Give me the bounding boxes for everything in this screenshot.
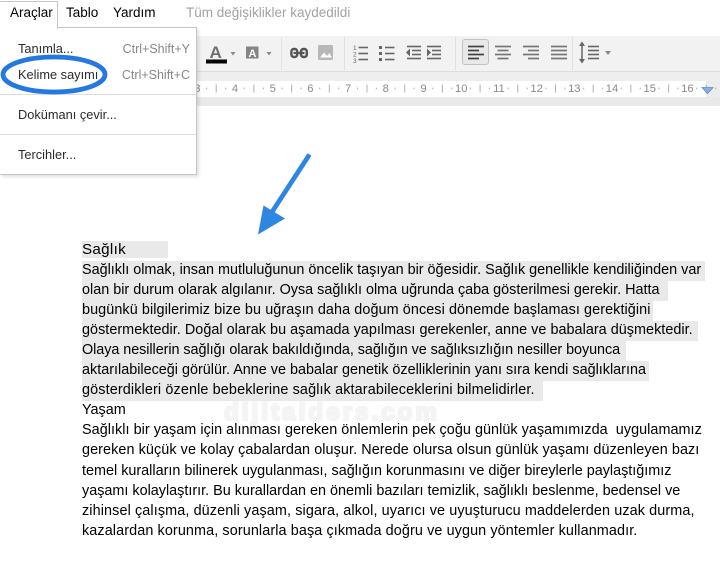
svg-text:11: 11 (493, 83, 505, 95)
svg-text:3: 3 (353, 58, 357, 65)
svg-text:13: 13 (568, 83, 580, 95)
svg-text:8: 8 (383, 83, 389, 95)
svg-text:10: 10 (455, 83, 467, 95)
svg-text:9: 9 (420, 83, 426, 95)
svg-text:A: A (249, 48, 257, 60)
svg-text:7: 7 (345, 83, 351, 95)
svg-text:5: 5 (270, 83, 276, 95)
svg-text:4: 4 (232, 83, 238, 95)
svg-text:A: A (210, 43, 222, 62)
svg-text:12: 12 (530, 83, 542, 95)
svg-text:16: 16 (681, 83, 693, 95)
svg-text:6: 6 (307, 83, 313, 95)
svg-text:14: 14 (606, 83, 618, 95)
svg-text:15: 15 (643, 83, 655, 95)
